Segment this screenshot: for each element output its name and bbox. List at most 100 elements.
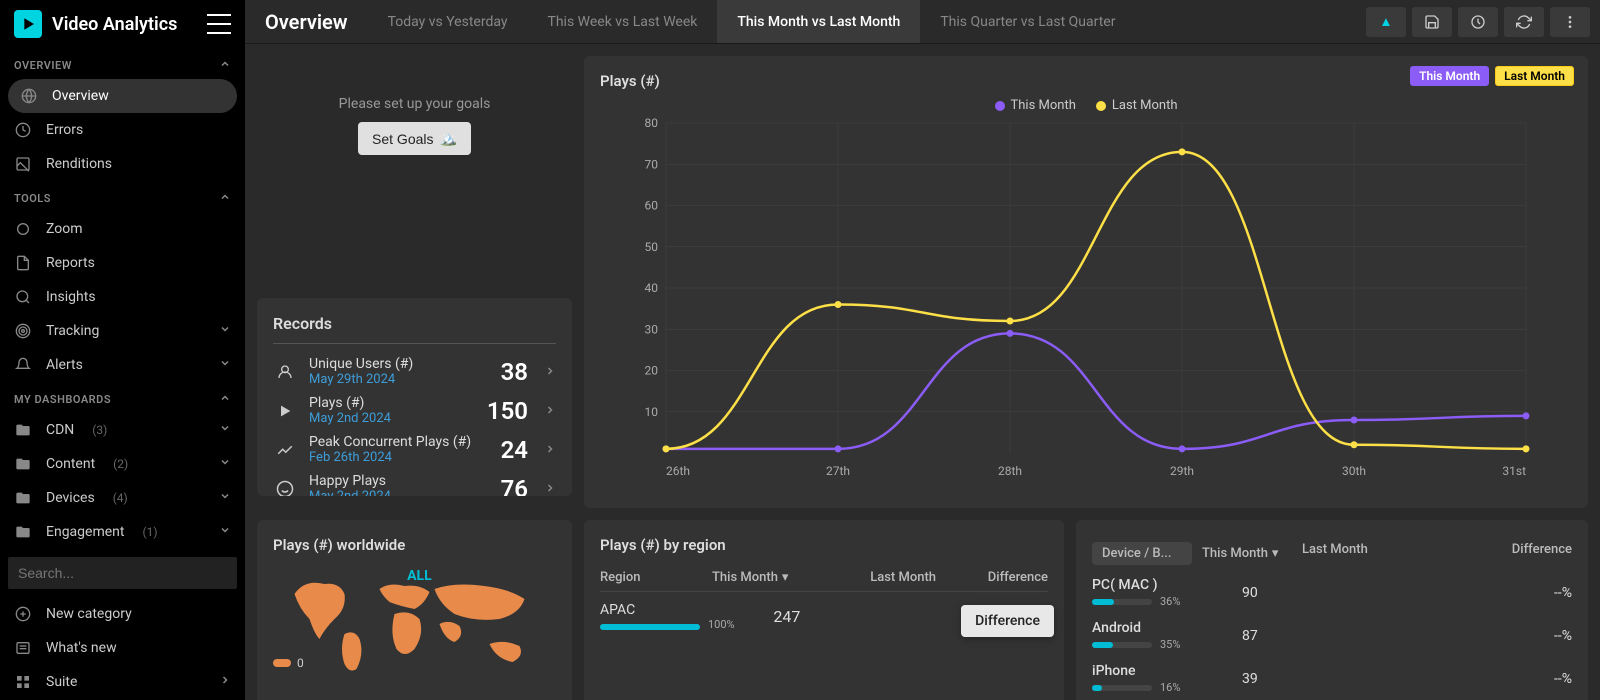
sidebar-item-what-s-new[interactable]: What's new [0, 631, 245, 665]
chevron-right-icon [544, 479, 556, 496]
sidebar-item-new-category[interactable]: New category [0, 597, 245, 631]
svg-text:40: 40 [645, 281, 659, 295]
sidebar-item-suite[interactable]: Suite [0, 665, 245, 699]
chart-panel: Plays (#) This Month Last Month This Mon… [584, 56, 1588, 508]
sidebar-item-alerts[interactable]: Alerts [0, 348, 245, 382]
hamburger-icon[interactable] [207, 14, 231, 34]
nav-count: (3) [92, 423, 107, 437]
sidebar-item-errors[interactable]: Errors [0, 113, 245, 147]
nav-label: Reports [46, 255, 95, 271]
record-label: Peak Concurrent Plays (#) [309, 434, 489, 450]
th-dev-last-month[interactable]: Last Month [1302, 542, 1412, 565]
record-info: Plays (#) May 2nd 2024 [309, 395, 475, 426]
content: Please set up your goals Set Goals 🏔️ Re… [245, 44, 1600, 700]
th-last-month[interactable]: Last Month [824, 570, 936, 585]
tab-this-month-vs-last-month[interactable]: This Month vs Last Month [717, 0, 920, 43]
svg-text:10: 10 [645, 405, 659, 419]
th-device[interactable]: Device / B... [1092, 542, 1192, 565]
record-row[interactable]: Peak Concurrent Plays (#) Feb 26th 2024 … [273, 430, 556, 469]
set-goals-label: Set Goals [372, 131, 433, 147]
chevron-down-icon [219, 422, 231, 438]
record-row[interactable]: Happy Plays May 2nd 2024 76 [273, 469, 556, 496]
chevron-up-icon [219, 392, 231, 407]
region-title: Plays (#) by region [600, 536, 1048, 554]
badge-this-month[interactable]: This Month [1410, 66, 1489, 86]
world-map[interactable]: ALL 0 [273, 564, 556, 694]
section-header[interactable]: MY DASHBOARDS [0, 382, 245, 413]
device-pct: 36% [1160, 595, 1180, 608]
th-difference[interactable]: Difference [936, 570, 1048, 585]
refresh-button[interactable] [1504, 7, 1544, 37]
sidebar-item-zoom[interactable]: Zoom [0, 212, 245, 246]
table-row[interactable]: iPhone 16% 39 --% [1092, 657, 1572, 700]
record-row[interactable]: Unique Users (#) May 29th 2024 38 [273, 352, 556, 391]
folder-icon [14, 489, 32, 507]
sidebar-item-cdn[interactable]: CDN (3) [0, 413, 245, 447]
trend-icon [273, 438, 297, 462]
page-title: Overview [245, 10, 368, 34]
table-row[interactable]: Android 35% 87 --% [1092, 614, 1572, 657]
sidebar-item-insights[interactable]: Insights [0, 280, 245, 314]
record-value: 38 [501, 358, 528, 386]
tab-this-week-vs-last-week[interactable]: This Week vs Last Week [527, 0, 717, 43]
plays-chart: 102030405060708026th27th28th29th30th31st [600, 113, 1572, 483]
sidebar-item-reports[interactable]: Reports [0, 246, 245, 280]
th-region[interactable]: Region [600, 570, 712, 585]
goals-prompt: Please set up your goals [339, 96, 491, 112]
more-button[interactable] [1550, 7, 1590, 37]
search-input[interactable] [8, 557, 237, 589]
td-this-month: 39 [1232, 671, 1342, 687]
set-goals-button[interactable]: Set Goals 🏔️ [358, 122, 471, 155]
nav-label: Engagement [46, 524, 124, 540]
svg-text:30th: 30th [1342, 464, 1366, 478]
badge-last-month[interactable]: Last Month [1495, 66, 1574, 86]
save-button[interactable] [1412, 7, 1452, 37]
records-panel: Records Unique Users (#) May 29th 2024 3… [257, 298, 572, 496]
svg-text:80: 80 [645, 116, 659, 130]
search-icon [14, 288, 32, 306]
td-this-month: 247 [735, 607, 839, 626]
sidebar-item-overview[interactable]: Overview [8, 79, 237, 113]
nav-label: Devices [46, 490, 95, 506]
nav-label: Alerts [46, 357, 83, 373]
sidebar-item-content[interactable]: Content (2) [0, 447, 245, 481]
image-icon [14, 155, 32, 173]
chevron-right-icon [544, 362, 556, 381]
tab-today-vs-yesterday[interactable]: Today vs Yesterday [368, 0, 528, 43]
record-info: Peak Concurrent Plays (#) Feb 26th 2024 [309, 434, 489, 465]
sidebar-item-engagement[interactable]: Engagement (1) [0, 515, 245, 549]
record-row[interactable]: Plays (#) May 2nd 2024 150 [273, 391, 556, 430]
device-pct: 35% [1160, 638, 1180, 651]
user-icon [273, 360, 297, 384]
chart-legend: This Month Last Month [600, 98, 1572, 113]
globe-icon [20, 87, 38, 105]
td-difference: --% [1452, 671, 1572, 687]
sidebar-item-tracking[interactable]: Tracking [0, 314, 245, 348]
main: Overview Today vs YesterdayThis Week vs … [245, 0, 1600, 700]
nav-label: Tracking [46, 323, 99, 339]
th-dev-this-month[interactable]: This Month ▾ [1192, 542, 1302, 565]
svg-text:70: 70 [645, 157, 659, 171]
news-icon [14, 639, 32, 657]
play-icon [273, 399, 297, 423]
prism-button[interactable]: ▲ [1366, 7, 1406, 37]
legend-this-month: This Month [995, 98, 1076, 113]
toolbar: ▲ [1356, 7, 1600, 37]
td-difference: --% [1452, 585, 1572, 601]
chevron-up-icon [219, 191, 231, 206]
section-header[interactable]: OVERVIEW [0, 48, 245, 79]
tab-this-quarter-vs-last-quarter[interactable]: This Quarter vs Last Quarter [920, 0, 1135, 43]
svg-text:27th: 27th [826, 464, 850, 478]
record-date: May 2nd 2024 [309, 489, 489, 496]
th-dev-difference[interactable]: Difference [1412, 542, 1572, 565]
table-row[interactable]: PC( MAC ) 36% 90 --% [1092, 571, 1572, 614]
device-name: Android [1092, 620, 1232, 636]
sidebar-item-renditions[interactable]: Renditions [0, 147, 245, 181]
th-this-month[interactable]: This Month ▾ [712, 570, 824, 585]
svg-text:28th: 28th [998, 464, 1022, 478]
sidebar-item-devices[interactable]: Devices (4) [0, 481, 245, 515]
folder-icon [14, 455, 32, 473]
section-header[interactable]: TOOLS [0, 181, 245, 212]
td-region: APAC 100% [600, 602, 735, 631]
history-button[interactable] [1458, 7, 1498, 37]
